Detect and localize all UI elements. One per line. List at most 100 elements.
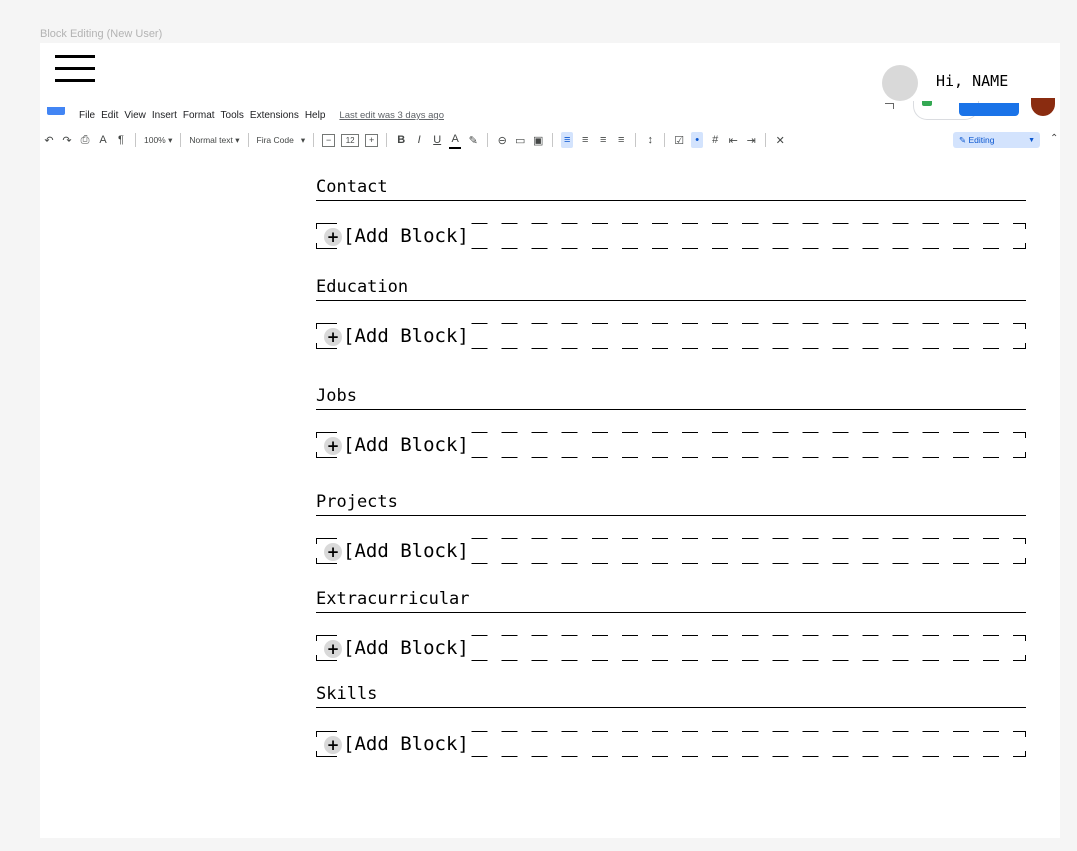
add-block-button[interactable]: + [Add Block] (316, 432, 1026, 458)
increase-indent-icon[interactable]: ⇥ (745, 132, 757, 148)
bold-icon[interactable]: B (395, 132, 407, 148)
section-title: Projects (316, 492, 398, 512)
divider (664, 133, 666, 147)
increase-font-size-button[interactable]: + (365, 133, 379, 147)
add-block-button[interactable]: + [Add Block] (316, 538, 1026, 564)
redo-icon[interactable]: ↷ (61, 132, 73, 148)
zoom-select[interactable]: 100% ▾ (144, 132, 172, 148)
divider (765, 133, 767, 147)
docs-toolbar: ↶ ↷ ⎙ A ¶ 100% ▾ Normal text ▾ Fira Code… (40, 129, 1060, 151)
plus-icon: + (324, 328, 342, 346)
section-title: Jobs (316, 386, 357, 406)
add-block-label: [Add Block] (343, 323, 471, 349)
menu-tools[interactable]: Tools (221, 110, 244, 121)
section-divider (316, 707, 1026, 708)
section-title: Skills (316, 684, 378, 704)
add-block-label: [Add Block] (343, 223, 471, 249)
font-size-input[interactable]: 12 (341, 133, 360, 147)
menu-format[interactable]: Format (183, 110, 215, 121)
divider (635, 133, 637, 147)
paint-format-icon[interactable]: ¶ (115, 132, 127, 148)
clear-formatting-icon[interactable]: ✕ (774, 132, 786, 148)
plus-icon: + (324, 640, 342, 658)
section-title: Contact (316, 177, 388, 197)
section-divider (316, 409, 1026, 410)
docs-logo-icon[interactable] (47, 107, 65, 115)
section-title: Education (316, 277, 409, 297)
section-divider (316, 300, 1026, 301)
section-skills: Skills + [Add Block] (316, 683, 1026, 757)
docs-menubar: File Edit View Insert Format Tools Exten… (79, 110, 444, 121)
align-left-icon[interactable]: ≡ (561, 132, 574, 148)
comment-history-icon-stem (893, 103, 894, 109)
font-select[interactable]: Fira Code ▾ (257, 132, 306, 148)
decrease-font-size-button[interactable]: − (322, 133, 336, 147)
section-education: Education + [Add Block] (316, 276, 1026, 349)
underline-icon[interactable]: U (431, 132, 443, 148)
menu-view[interactable]: View (124, 110, 146, 121)
hamburger-menu-icon[interactable] (55, 55, 95, 83)
style-select[interactable]: Normal text ▾ (189, 132, 239, 148)
meet-icon (922, 101, 932, 106)
divider (247, 133, 249, 147)
italic-icon[interactable]: I (413, 132, 425, 148)
section-divider (316, 612, 1026, 613)
add-block-label: [Add Block] (343, 635, 471, 661)
section-contact: Contact + [Add Block] (316, 176, 1026, 249)
section-jobs: Jobs + [Add Block] (316, 385, 1026, 458)
section-title: Extracurricular (316, 589, 470, 609)
align-right-icon[interactable]: ≡ (597, 132, 609, 148)
section-extracurricular: Extracurricular + [Add Block] (316, 588, 1026, 661)
menu-help[interactable]: Help (305, 110, 326, 121)
menu-edit[interactable]: Edit (101, 110, 118, 121)
spellcheck-icon[interactable]: A (97, 132, 109, 148)
add-block-label: [Add Block] (343, 432, 471, 458)
divider (552, 133, 554, 147)
print-icon[interactable]: ⎙ (79, 132, 91, 148)
collapse-menu-icon[interactable]: ⌃ (1050, 133, 1058, 144)
add-block-button[interactable]: + [Add Block] (316, 635, 1026, 661)
add-block-button[interactable]: + [Add Block] (316, 731, 1026, 757)
divider (180, 133, 182, 147)
menu-file[interactable]: File (79, 110, 95, 121)
frame-label: Block Editing (New User) (40, 28, 163, 40)
plus-icon: + (324, 437, 342, 455)
section-divider (316, 515, 1026, 516)
checklist-icon[interactable]: ☑ (673, 132, 685, 148)
bulleted-list-icon[interactable]: • (691, 132, 704, 148)
last-edit-link[interactable]: Last edit was 3 days ago (339, 110, 444, 121)
editing-mode-select[interactable]: ✎ Editing ▼ (953, 132, 1040, 148)
plus-icon: + (324, 736, 342, 754)
profile-picture[interactable] (1031, 98, 1055, 116)
divider (487, 133, 489, 147)
undo-icon[interactable]: ↶ (43, 132, 55, 148)
plus-icon: + (324, 228, 342, 246)
section-divider (316, 200, 1026, 201)
menu-insert[interactable]: Insert (152, 110, 177, 121)
text-color-icon[interactable]: A (449, 131, 462, 149)
add-block-button[interactable]: + [Add Block] (316, 223, 1026, 249)
divider (135, 133, 136, 147)
divider (386, 133, 388, 147)
add-block-button[interactable]: + [Add Block] (316, 323, 1026, 349)
pencil-icon: ✎ (959, 134, 969, 145)
app-canvas: Hi, NAME File Edit View Insert Format To… (40, 43, 1060, 838)
comment-icon[interactable]: ▭ (514, 132, 526, 148)
image-icon[interactable]: ▣ (532, 132, 544, 148)
divider (313, 133, 315, 147)
numbered-list-icon[interactable]: # (709, 132, 721, 148)
menu-extensions[interactable]: Extensions (250, 110, 299, 121)
link-icon[interactable]: ⊖ (496, 132, 508, 148)
add-block-label: [Add Block] (343, 731, 471, 757)
share-button[interactable] (959, 103, 1019, 116)
user-greeting: Hi, NAME (936, 72, 1009, 90)
align-center-icon[interactable]: ≡ (579, 132, 591, 148)
line-spacing-icon[interactable]: ↕ (644, 132, 656, 148)
highlight-icon[interactable]: ✎ (467, 132, 479, 148)
decrease-indent-icon[interactable]: ⇤ (727, 132, 739, 148)
add-block-label: [Add Block] (343, 538, 471, 564)
avatar[interactable] (882, 65, 918, 101)
align-justify-icon[interactable]: ≡ (615, 132, 627, 148)
chevron-down-icon: ▼ (1028, 136, 1035, 144)
plus-icon: + (324, 543, 342, 561)
